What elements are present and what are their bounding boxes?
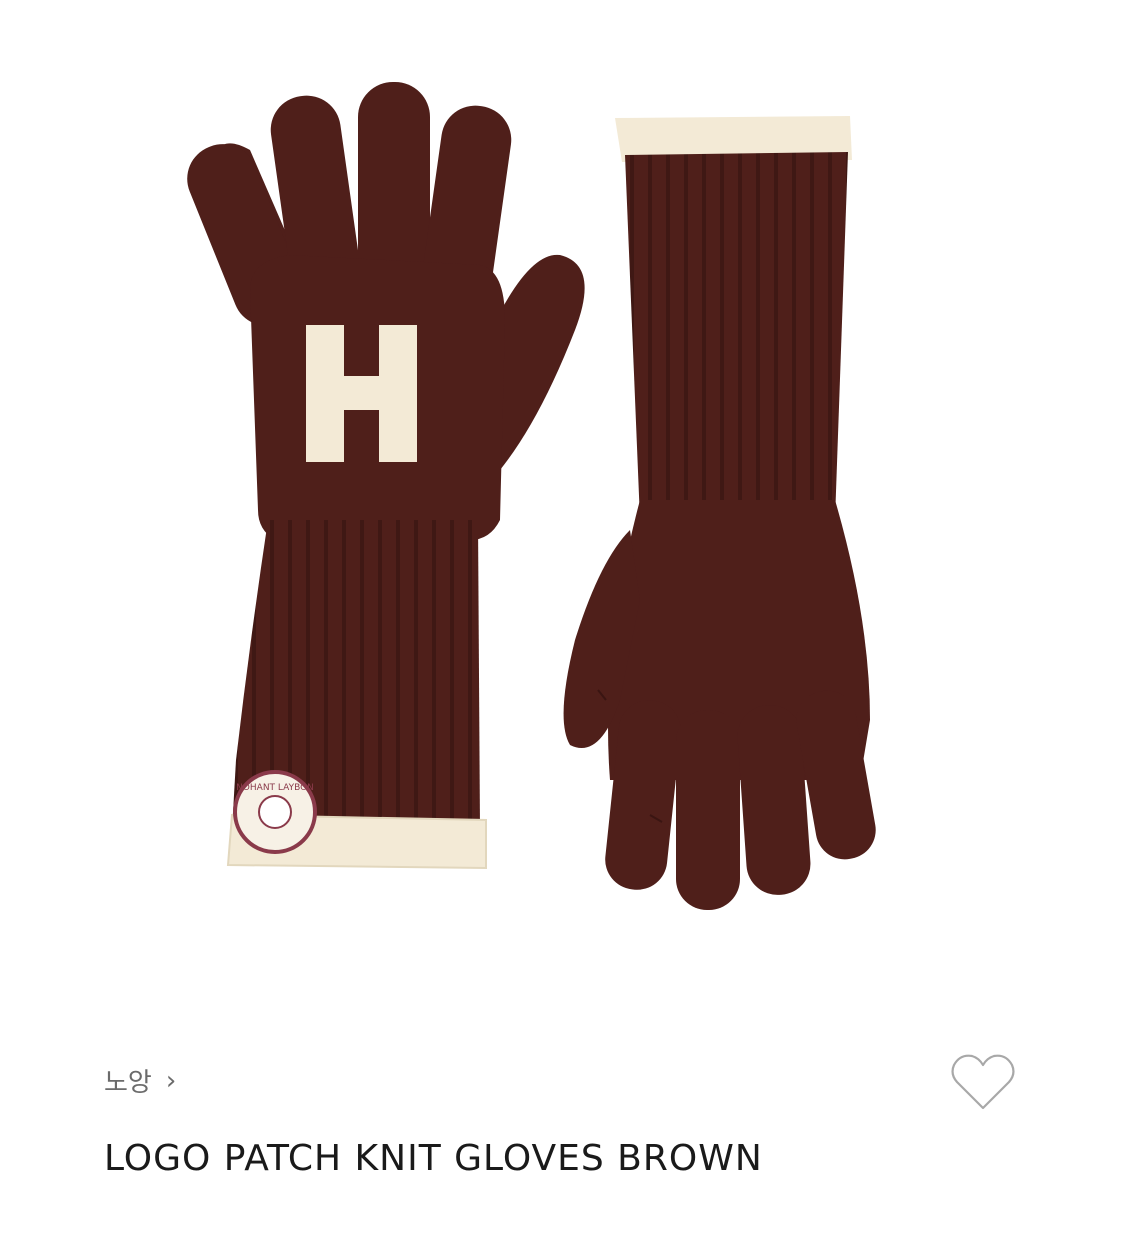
patch-text: NOHANT LAYBON bbox=[236, 783, 314, 793]
logo-patch: NOHANT LAYBON bbox=[233, 770, 317, 854]
brand-link[interactable]: 노앙 › bbox=[104, 1062, 176, 1099]
left-glove: NOHANT LAYBON bbox=[187, 82, 585, 870]
chevron-right-icon: › bbox=[165, 1065, 177, 1096]
product-image[interactable]: NOHANT LAYBON bbox=[0, 0, 1125, 1000]
heart-outline-icon bbox=[951, 1054, 1015, 1110]
product-title: LOGO PATCH KNIT GLOVES BROWN bbox=[104, 1138, 763, 1179]
wishlist-button[interactable] bbox=[948, 1050, 1018, 1114]
gloves-illustration: NOHANT LAYBON bbox=[187, 82, 876, 910]
brand-name: 노앙 bbox=[104, 1068, 152, 1098]
right-glove bbox=[563, 116, 876, 910]
